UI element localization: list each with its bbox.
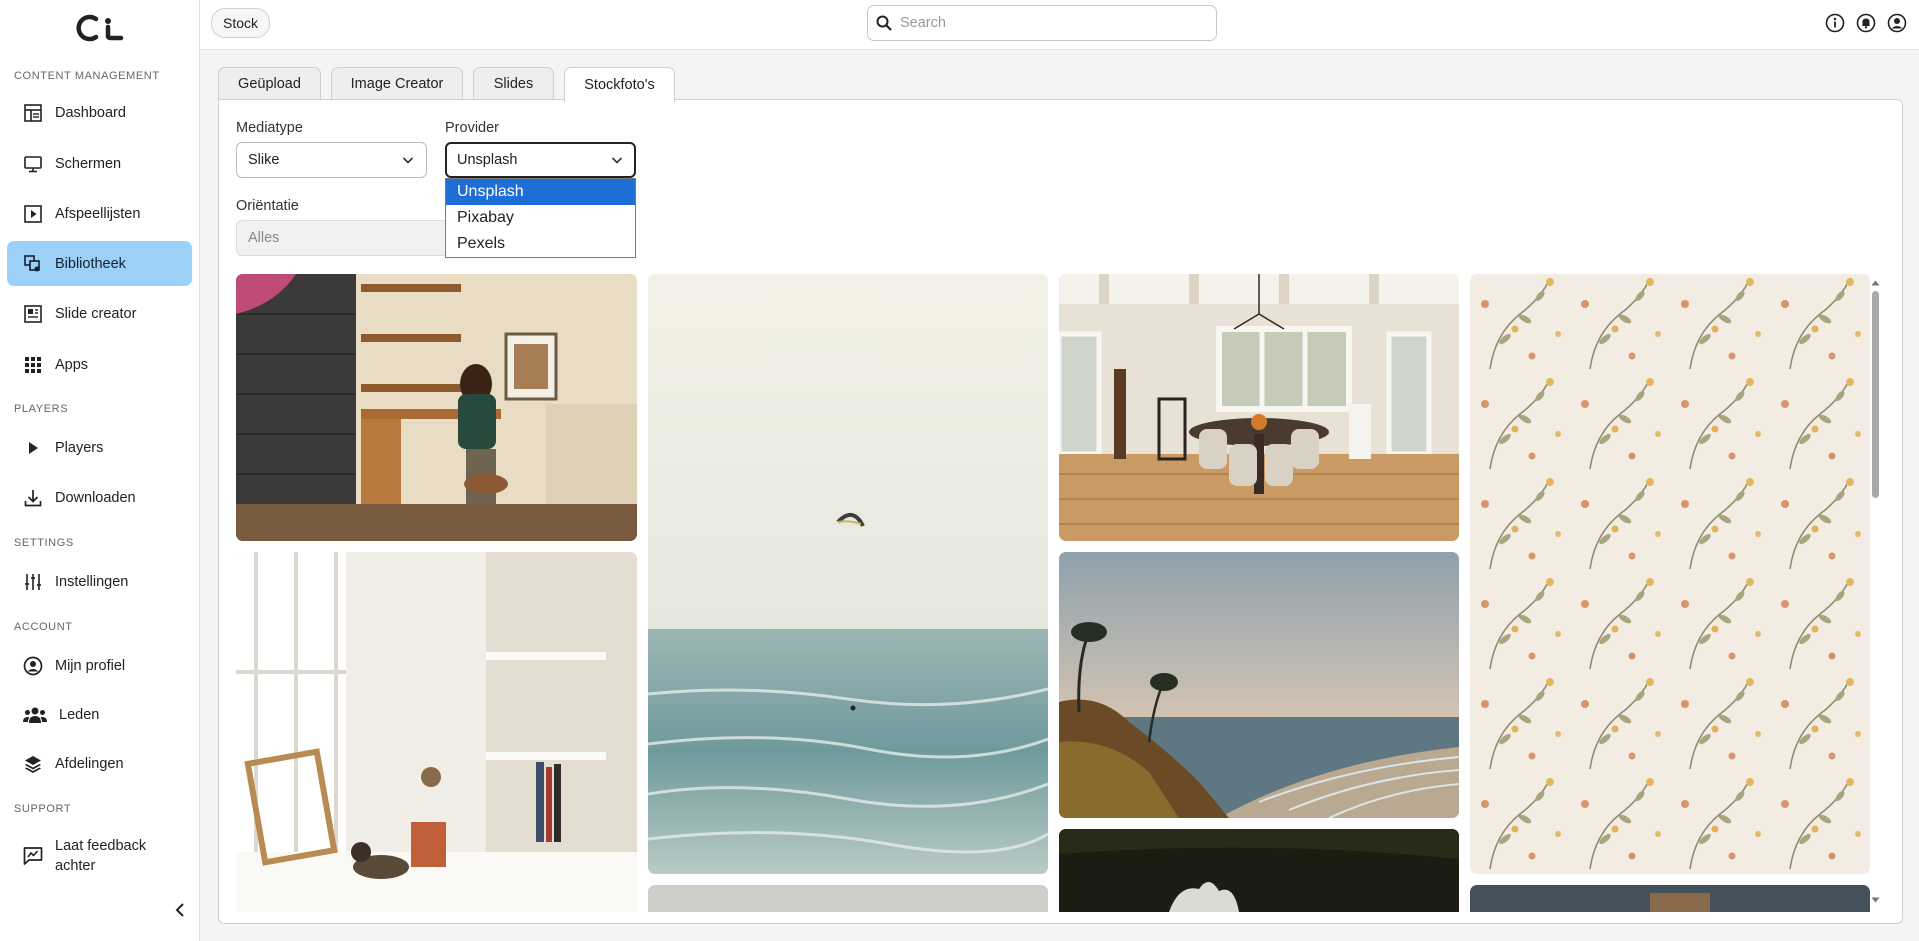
orientatie-value: Alles (248, 230, 280, 246)
provider-option-pexels[interactable]: Pexels (446, 231, 635, 257)
scrollbar-thumb[interactable] (1872, 291, 1879, 498)
breadcrumb[interactable]: Stock (211, 8, 271, 38)
sidebar-item-label: Mijn profiel (55, 657, 126, 674)
sidebar-item-label: Instellingen (55, 573, 129, 590)
library-icon (23, 254, 43, 274)
feedback-label-line2: achter (55, 858, 96, 874)
search-box[interactable] (867, 5, 1217, 41)
sidebar-item-afspeellijsten[interactable]: Afspeellijsten (7, 191, 192, 236)
tab-geupload[interactable]: Geüpload (218, 67, 321, 100)
dashboard-icon (23, 103, 43, 123)
stock-photo-floral-pattern[interactable] (1470, 274, 1870, 874)
stock-photo-partial-2[interactable] (648, 885, 1048, 912)
provider-value: Unsplash (457, 152, 518, 168)
mediatype-label: Mediatype (236, 120, 303, 136)
sidebar-item-label: Afspeellijsten (55, 205, 141, 222)
slide-creator-icon (23, 304, 43, 324)
download-icon (23, 488, 43, 508)
mediatype-value: Slike (248, 152, 280, 168)
provider-label: Provider (445, 120, 499, 136)
tab-slides[interactable]: Slides (473, 67, 554, 100)
stock-photo-home-office[interactable] (236, 274, 637, 541)
sidebar-item-label: Afdelingen (55, 755, 124, 772)
section-title-players: PLAYERS (14, 403, 69, 415)
search-icon (876, 15, 892, 31)
topbar: Stock (200, 0, 1919, 50)
apps-grid-icon (23, 355, 43, 375)
play-icon (23, 438, 43, 458)
section-title-content: CONTENT MANAGEMENT (14, 70, 160, 82)
provider-option-unsplash[interactable]: Unsplash (446, 179, 635, 205)
sidebar-item-feedback[interactable]: Laat feedback achter (7, 832, 192, 880)
orientatie-label: Oriëntatie (236, 198, 299, 214)
sidebar-item-slide-creator[interactable]: Slide creator (7, 291, 192, 336)
gallery-scrollbar[interactable] (1870, 275, 1880, 907)
search-input[interactable] (900, 15, 1200, 31)
users-icon (23, 705, 47, 725)
layers-icon (23, 754, 43, 774)
caret-down-icon (1871, 897, 1880, 902)
collapse-sidebar-button[interactable] (170, 898, 190, 922)
section-title-account: ACCOUNT (14, 621, 73, 633)
chevron-left-icon (175, 903, 184, 917)
sidebar-item-label: Slide creator (55, 305, 137, 322)
sidebar-item-instellingen[interactable]: Instellingen (7, 559, 192, 604)
provider-option-pixabay[interactable]: Pixabay (446, 205, 635, 231)
provider-dropdown-list: Unsplash Pixabay Pexels (445, 178, 636, 258)
sidebar-item-label: Laat feedback achter (55, 836, 146, 876)
sidebar-item-label: Apps (55, 356, 89, 373)
sidebar-item-downloaden[interactable]: Downloaden (7, 475, 192, 520)
sidebar-item-label: Leden (59, 706, 100, 723)
scroll-down-arrow[interactable] (1871, 895, 1880, 904)
user-circle-icon (23, 656, 43, 676)
sliders-icon (23, 572, 43, 592)
playlist-icon (23, 204, 43, 224)
sidebar-item-schermen[interactable]: Schermen (7, 141, 192, 186)
chevron-down-icon (611, 157, 623, 164)
stock-photo-dining-room[interactable] (1059, 274, 1459, 541)
account-button[interactable] (1886, 12, 1908, 34)
feedback-icon (23, 846, 43, 866)
user-circle-icon (1887, 13, 1907, 33)
sidebar-item-label: Dashboard (55, 104, 126, 121)
sidebar-item-label: Downloaden (55, 489, 136, 506)
chevron-down-icon (402, 157, 414, 164)
notifications-button[interactable] (1855, 12, 1877, 34)
bell-icon (1856, 13, 1876, 33)
sidebar: CONTENT MANAGEMENT Dashboard Schermen Af… (0, 0, 200, 941)
sidebar-item-label: Bibliotheek (55, 255, 126, 272)
sidebar-item-label: Players (55, 439, 104, 456)
sidebar-item-bibliotheek[interactable]: Bibliotheek (7, 241, 192, 286)
stock-photo-cliff-coast[interactable] (1059, 552, 1459, 818)
feedback-label-line1: Laat feedback (55, 838, 147, 854)
scroll-up-arrow[interactable] (1871, 278, 1880, 287)
stock-photo-dark-forest[interactable] (1059, 829, 1459, 912)
sidebar-item-apps[interactable]: Apps (7, 342, 192, 387)
stock-photo-window-room[interactable] (236, 552, 637, 912)
sidebar-item-afdelingen[interactable]: Afdelingen (7, 741, 192, 786)
section-title-settings: SETTINGS (14, 537, 74, 549)
sidebar-item-dashboard[interactable]: Dashboard (7, 90, 192, 135)
mediatype-select[interactable]: Slike (236, 142, 427, 178)
info-button[interactable] (1824, 12, 1846, 34)
sidebar-item-leden[interactable]: Leden (7, 692, 192, 737)
sidebar-item-mijn-profiel[interactable]: Mijn profiel (7, 643, 192, 688)
section-title-support: SUPPORT (14, 803, 72, 815)
tab-image-creator[interactable]: Image Creator (331, 67, 463, 100)
provider-select[interactable]: Unsplash (445, 142, 636, 178)
sidebar-item-players[interactable]: Players (7, 425, 192, 470)
app-logo[interactable] (74, 13, 126, 43)
stock-photo-sea-kite[interactable] (648, 274, 1048, 874)
stock-photo-partial-4[interactable] (1470, 885, 1870, 912)
info-icon (1825, 13, 1845, 33)
monitor-icon (23, 154, 43, 174)
caret-up-icon (1871, 280, 1880, 285)
tab-stockfotos[interactable]: Stockfoto's (564, 67, 675, 102)
sidebar-item-label: Schermen (55, 155, 122, 172)
